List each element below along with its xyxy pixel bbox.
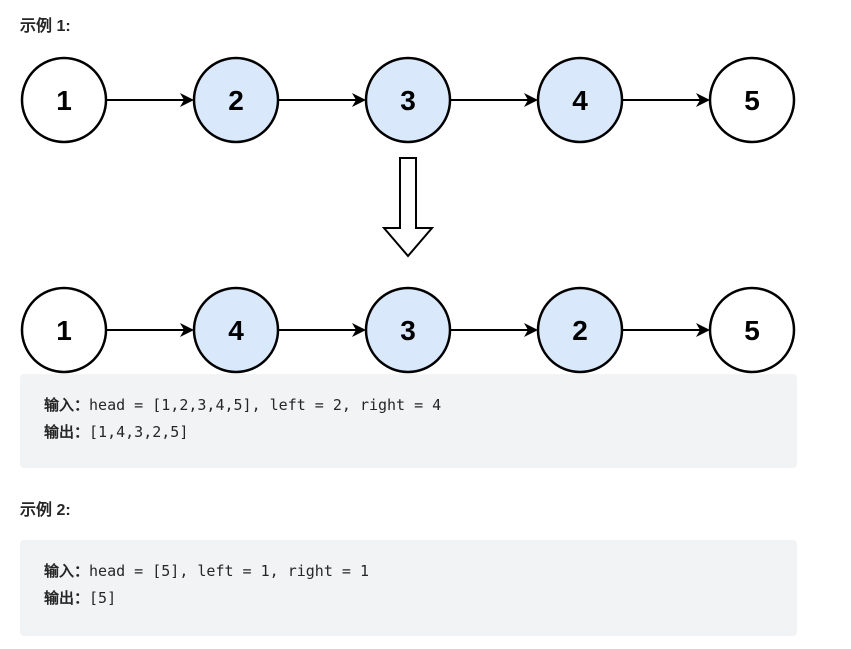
linked-list-diagram: 1 2 3 4 5 1 4 3 2 5 (20, 56, 796, 374)
input-label: 输入： (44, 396, 90, 414)
input-label: 输入： (44, 562, 90, 580)
node-value: 4 (228, 315, 244, 346)
down-arrow-icon (381, 157, 435, 258)
node-value: 1 (56, 85, 72, 116)
node-value: 3 (400, 315, 416, 346)
example-2-heading: 示例 2: (20, 502, 71, 519)
example-2-code-block: 输入：head = [5], left = 1, right = 1 输出：[5… (20, 540, 797, 636)
node-value: 5 (744, 85, 760, 116)
output-label: 输出： (44, 423, 90, 441)
example-1-code-block: 输入：head = [1,2,3,4,5], left = 2, right =… (20, 374, 797, 468)
output-value: [5] (89, 589, 117, 607)
node-value: 5 (744, 315, 760, 346)
input-value: head = [5], left = 1, right = 1 (89, 562, 369, 580)
input-value: head = [1,2,3,4,5], left = 2, right = 4 (89, 396, 442, 414)
node-value: 1 (56, 315, 72, 346)
output-value: [1,4,3,2,5] (89, 423, 189, 441)
node-value: 2 (228, 85, 244, 116)
output-label: 输出： (44, 589, 90, 607)
node-value: 4 (572, 85, 588, 116)
node-value: 3 (400, 85, 416, 116)
node-value: 2 (572, 315, 588, 346)
